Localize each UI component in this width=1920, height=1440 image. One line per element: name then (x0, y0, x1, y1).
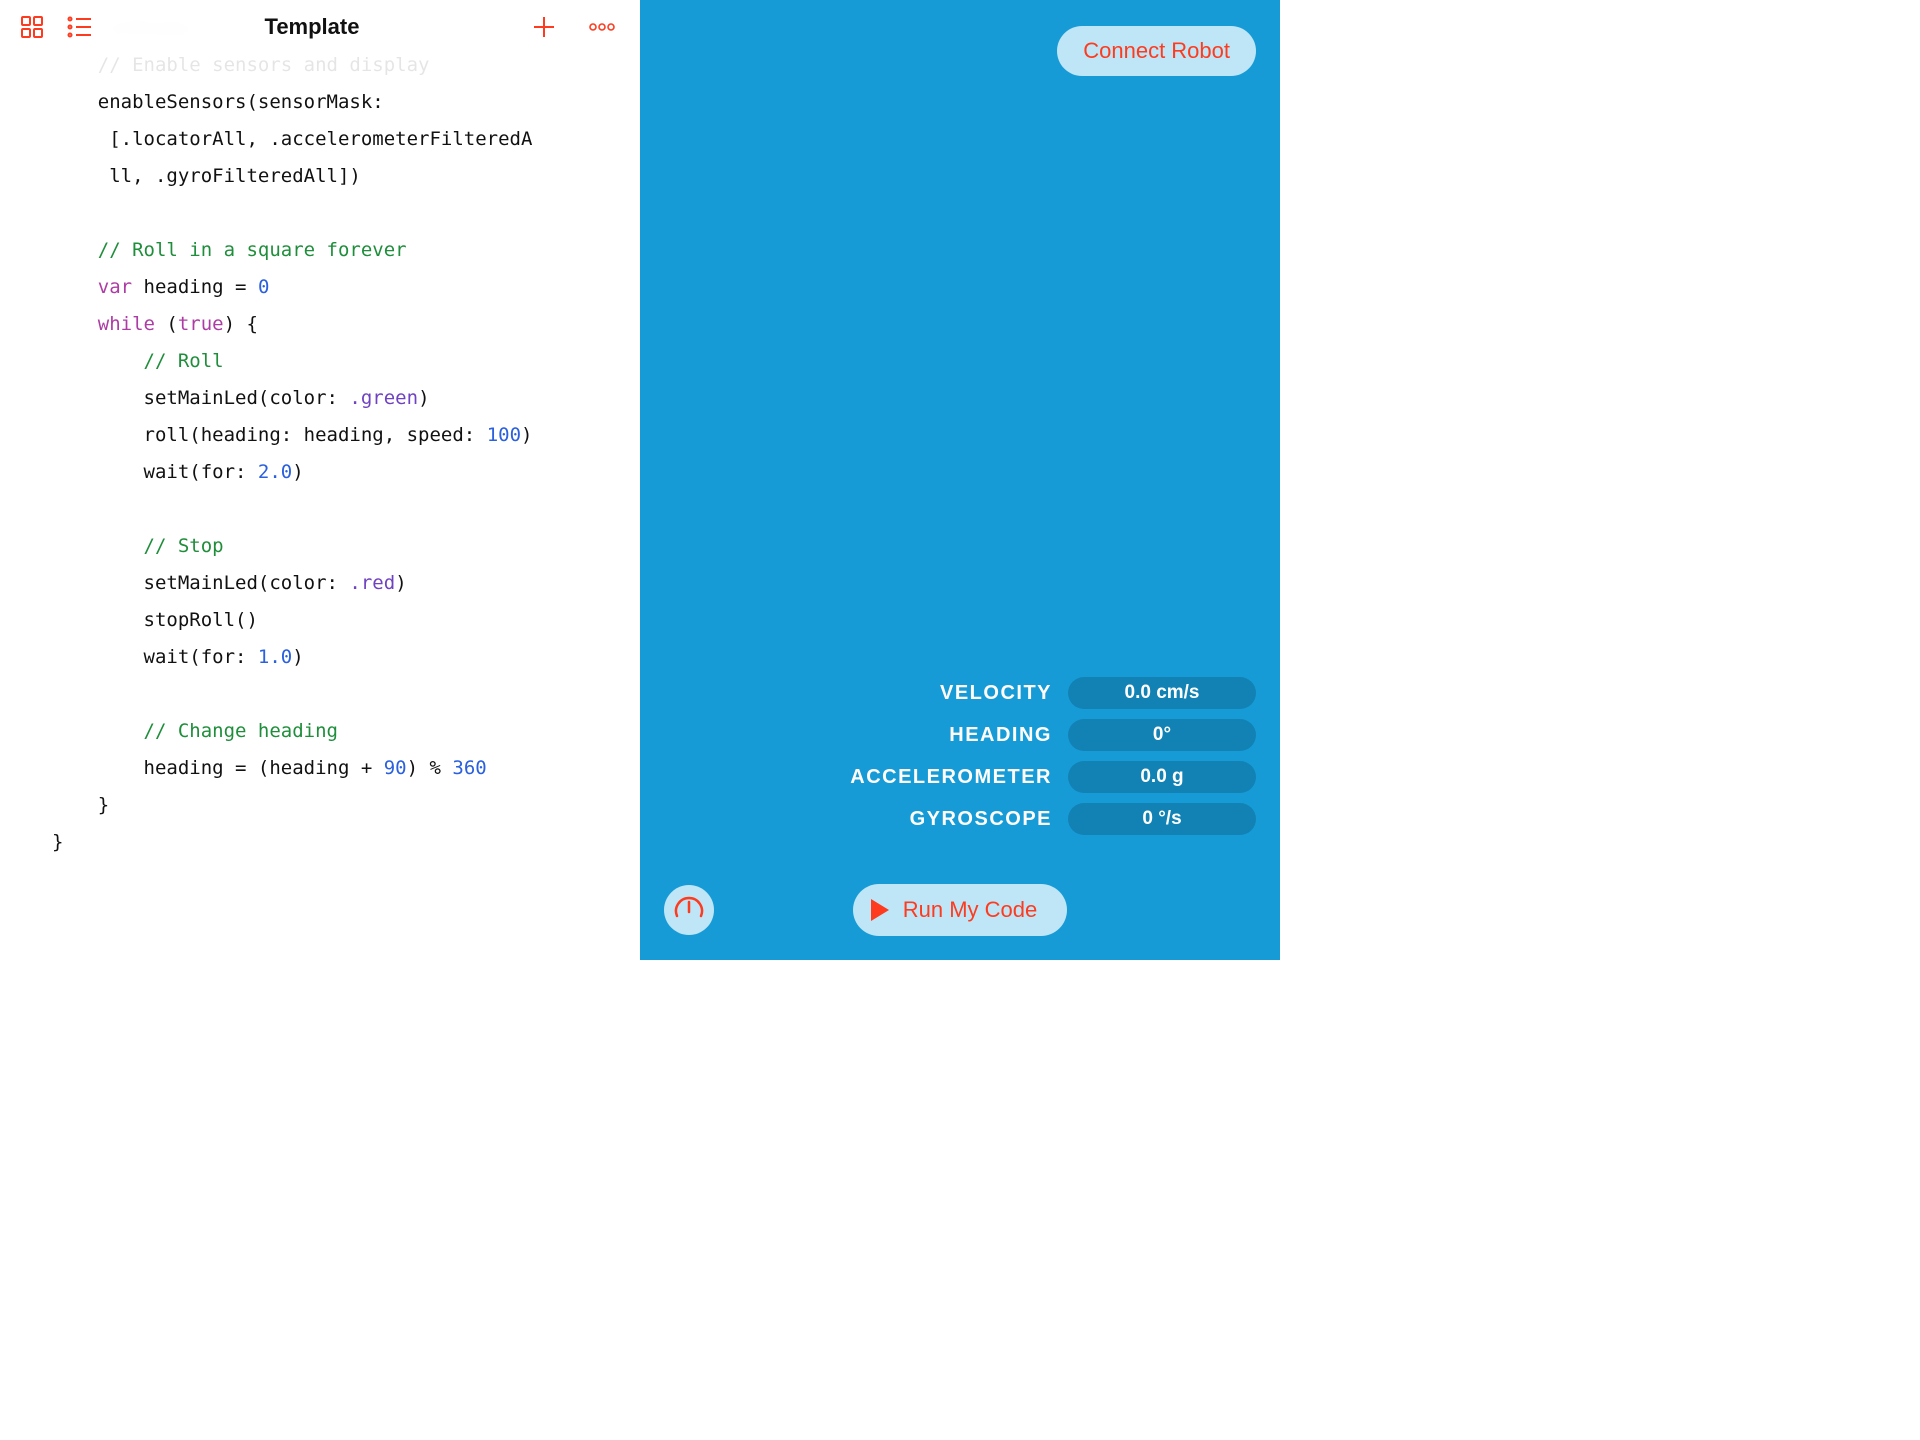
plus-icon[interactable] (528, 11, 560, 43)
play-icon (871, 899, 889, 921)
connect-robot-button[interactable]: Connect Robot (1057, 26, 1256, 76)
sensor-row: HEADING 0° (756, 718, 1256, 752)
code-editor-pane: func onReady() { // Enable sensors and d… (0, 0, 640, 960)
sensor-value: 0.0 g (1068, 761, 1256, 793)
sensor-row: VELOCITY 0.0 cm/s (756, 676, 1256, 710)
editor-toolbar: Template (0, 0, 640, 54)
sensor-label: ACCELEROMETER (756, 766, 1052, 789)
code-content: func onReady() { // Enable sensors and d… (0, 0, 640, 861)
speed-gauge-button[interactable] (664, 885, 714, 935)
sensor-value: 0° (1068, 719, 1256, 751)
sensor-label: VELOCITY (756, 682, 1052, 705)
sensor-value: 0 °/s (1068, 803, 1256, 835)
sensor-readouts: VELOCITY 0.0 cm/s HEADING 0° ACCELEROMETER 0.… (756, 676, 1256, 836)
code-scroll[interactable]: func onReady() { // Enable sensors and d… (0, 0, 640, 960)
run-code-button[interactable]: Run My Code (853, 884, 1068, 936)
sensor-row: GYROSCOPE 0 °/s (756, 802, 1256, 836)
run-code-label: Run My Code (903, 897, 1038, 923)
sensor-value: 0.0 cm/s (1068, 677, 1256, 709)
sensor-label: HEADING (756, 724, 1052, 747)
list-icon[interactable] (64, 11, 96, 43)
more-icon[interactable] (586, 11, 618, 43)
sensor-row: ACCELEROMETER 0.0 g (756, 760, 1256, 794)
sensor-label: GYROSCOPE (756, 808, 1052, 831)
robot-pane: Connect Robot VELOCITY 0.0 cm/s HEADING 0° A… (640, 0, 1280, 960)
page-title: Template (96, 14, 528, 40)
bottom-bar: Run My Code (640, 884, 1280, 936)
grid-icon[interactable] (16, 11, 48, 43)
